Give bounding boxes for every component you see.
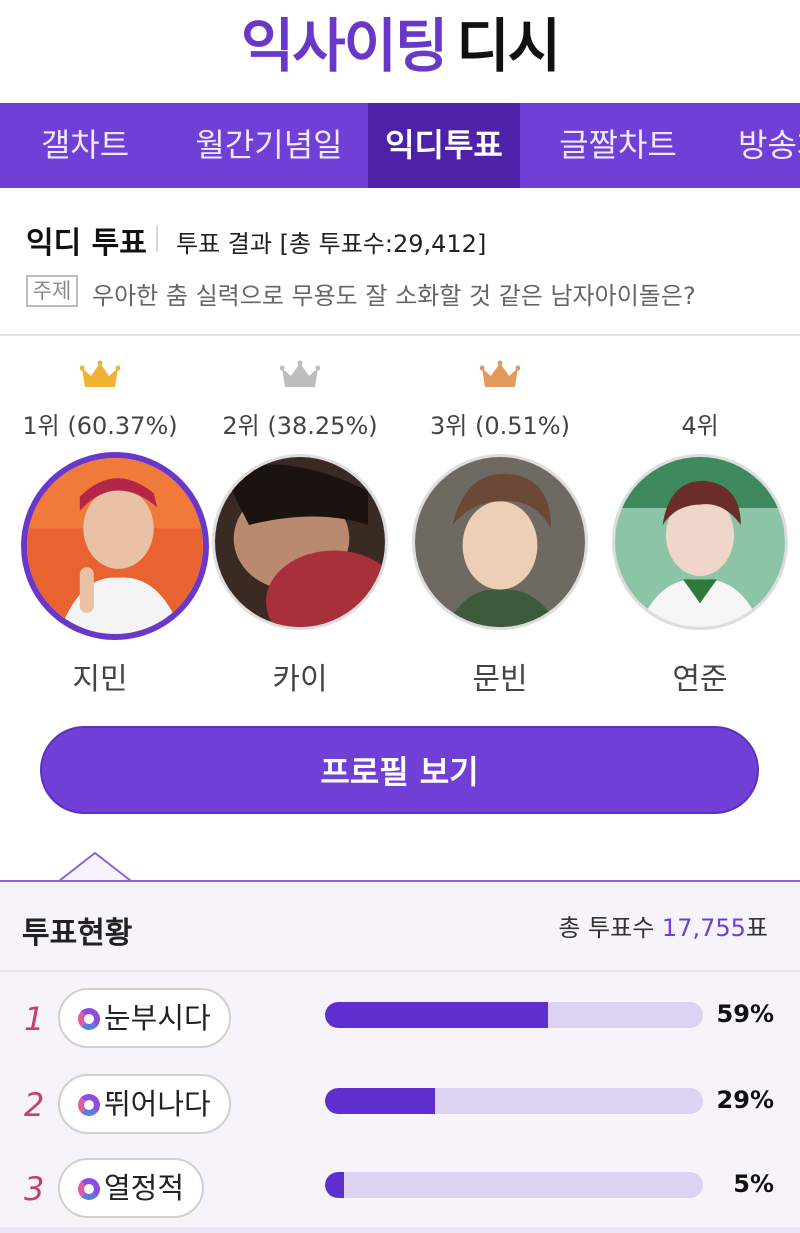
keyword-chip[interactable]: 뛰어나다 bbox=[58, 1074, 231, 1134]
tab-broadcast[interactable]: 방송차 bbox=[716, 103, 800, 188]
vote-status-panel: 투표현황 총 투표수 17,755표 1 눈부시다 59% 2 뛰어나다 29%… bbox=[0, 880, 800, 1233]
bottom-divider bbox=[0, 1227, 800, 1233]
tab-gall-chart[interactable]: 갤차트 bbox=[0, 103, 170, 188]
rank-item-1[interactable]: 1위 (60.37%) 지민 bbox=[0, 336, 209, 716]
row-percent: 59% bbox=[716, 1000, 774, 1028]
percent-bar bbox=[325, 1172, 703, 1198]
rank-name: 지민 bbox=[72, 662, 128, 697]
silver-crown-icon bbox=[280, 360, 320, 387]
percent-bar bbox=[325, 1002, 703, 1028]
status-title: 투표현황 bbox=[22, 916, 133, 951]
row-rank: 3 bbox=[24, 1170, 45, 1208]
rank-item-3[interactable]: 3위 (0.51%) 문빈 bbox=[400, 336, 600, 716]
rank-name: 문빈 bbox=[472, 662, 528, 697]
logo-part2: 디시 bbox=[456, 12, 561, 80]
rank-name: 연준 bbox=[672, 662, 728, 697]
topic-text: 우아한 춤 실력으로 무용도 잘 소화할 것 같은 남자아이돌은? bbox=[92, 282, 696, 310]
logo-part1: 익사이팅 bbox=[240, 12, 448, 80]
avatar[interactable] bbox=[612, 454, 788, 630]
keyword-chip-icon bbox=[78, 1178, 100, 1200]
status-total: 총 투표수 17,755표 bbox=[558, 908, 768, 943]
tab-monthly-anniversary[interactable]: 월간기념일 bbox=[170, 103, 368, 188]
status-row: 3 열정적 5% bbox=[0, 1152, 800, 1233]
keyword-chip-icon bbox=[78, 1094, 100, 1116]
topic-tag: 주제 bbox=[26, 275, 78, 307]
tab-ikdi-vote[interactable]: 익디투표 bbox=[368, 103, 520, 188]
percent-bar bbox=[325, 1088, 703, 1114]
rank-name: 카이 bbox=[272, 662, 328, 697]
rank-label: 1위 (60.37%) bbox=[22, 412, 178, 440]
gold-crown-icon bbox=[80, 360, 120, 387]
nav-bar: 갤차트 월간기념일 익디투표 글짤차트 방송차 bbox=[0, 103, 800, 188]
avatar[interactable] bbox=[21, 452, 209, 640]
divider bbox=[0, 970, 800, 972]
title-divider bbox=[156, 226, 158, 252]
percent-bar-fill bbox=[325, 1088, 435, 1114]
bronze-crown-icon bbox=[480, 360, 520, 387]
rank-item-4[interactable]: 4위 연준 bbox=[600, 336, 800, 716]
panel-pointer bbox=[59, 852, 131, 882]
rank-label: 2위 (38.25%) bbox=[222, 412, 378, 440]
percent-bar-fill bbox=[325, 1172, 344, 1198]
avatar[interactable] bbox=[412, 454, 588, 630]
rank-item-2[interactable]: 2위 (38.25%) 카이 bbox=[200, 336, 400, 716]
row-rank: 1 bbox=[24, 1000, 45, 1038]
site-logo[interactable]: 익사이팅 디시 bbox=[0, 10, 800, 82]
vote-result-summary: 투표 결과 [총 투표수:29,412] bbox=[176, 230, 487, 258]
keyword-chip[interactable]: 열정적 bbox=[58, 1158, 205, 1218]
keyword-chip[interactable]: 눈부시다 bbox=[58, 988, 231, 1048]
total-label: 총 투표수 bbox=[558, 914, 655, 942]
rank-label: 4위 bbox=[681, 412, 719, 440]
chip-label: 뛰어나다 bbox=[104, 1087, 211, 1121]
keyword-chip-icon bbox=[78, 1008, 100, 1030]
vote-info: 익디 투표 투표 결과 [총 투표수:29,412] 주제 우아한 춤 실력으로… bbox=[0, 188, 800, 336]
total-value: 17,755 bbox=[661, 914, 746, 942]
chip-label: 열정적 bbox=[104, 1171, 185, 1205]
row-percent: 29% bbox=[716, 1086, 774, 1114]
header: 익사이팅 디시 bbox=[0, 0, 800, 103]
avatar[interactable] bbox=[212, 454, 388, 630]
chip-label: 눈부시다 bbox=[104, 1001, 211, 1035]
percent-bar-fill bbox=[325, 1002, 549, 1028]
vote-title: 익디 투표 bbox=[26, 226, 147, 261]
status-row: 2 뛰어나다 29% bbox=[0, 1068, 800, 1154]
rank-label: 3위 (0.51%) bbox=[430, 412, 570, 440]
row-percent: 5% bbox=[733, 1170, 774, 1198]
profile-view-button[interactable]: 프로필 보기 bbox=[40, 726, 759, 814]
row-rank: 2 bbox=[24, 1086, 45, 1124]
total-unit: 표 bbox=[745, 914, 768, 942]
status-row: 1 눈부시다 59% bbox=[0, 982, 800, 1068]
tab-text-image-chart[interactable]: 글짤차트 bbox=[520, 103, 716, 188]
